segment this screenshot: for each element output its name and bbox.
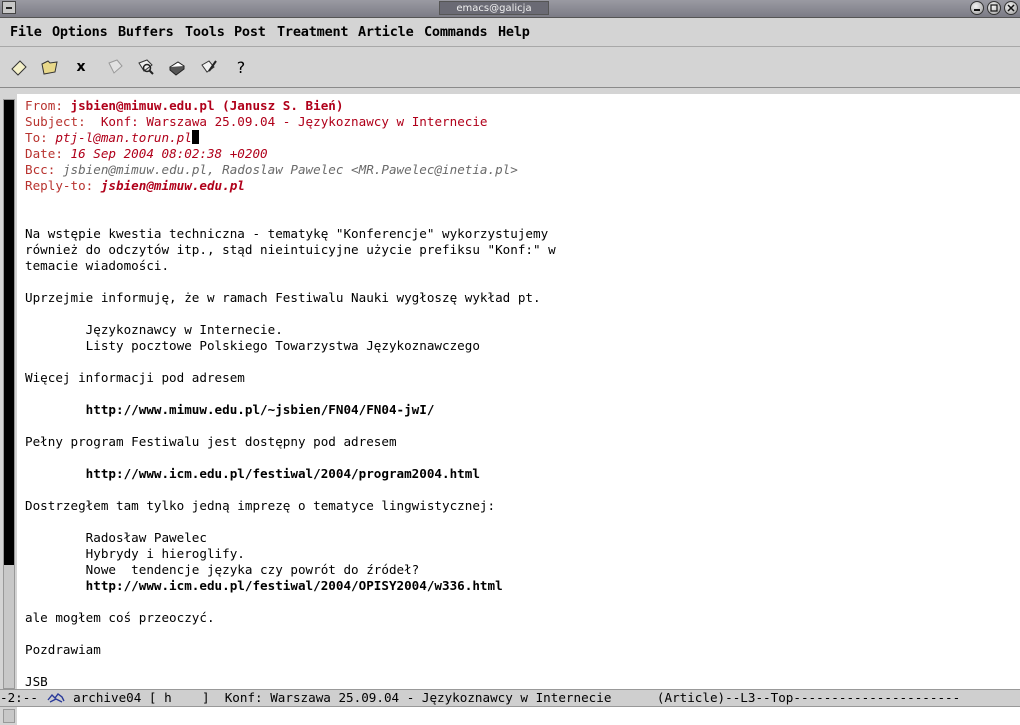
body-line: Więcej informacji pod adresem xyxy=(25,370,245,385)
new-file-icon xyxy=(11,60,27,76)
body-line: Na wstępie kwestia techniczna - tematykę… xyxy=(25,226,549,241)
edit-button[interactable] xyxy=(198,56,220,78)
new-file-button[interactable] xyxy=(8,56,30,78)
menu-help[interactable]: Help xyxy=(498,24,530,40)
menu-buffers[interactable]: Buffers xyxy=(118,24,174,40)
help-button[interactable]: ? xyxy=(230,56,252,78)
close-icon xyxy=(1007,4,1015,12)
search-button[interactable] xyxy=(135,56,157,78)
body-line: Uprzejmie informuję, że w ramach Festiwa… xyxy=(25,290,541,305)
tool-bar: x ? xyxy=(0,47,1020,88)
minimize-button[interactable] xyxy=(970,1,984,15)
body-line: Listy pocztowe Polskiego Towarzystwa Jęz… xyxy=(25,338,480,353)
menu-commands[interactable]: Commands xyxy=(424,24,488,40)
body-line: Nowe tendencje języka czy powrót do źród… xyxy=(25,562,420,577)
menu-article[interactable]: Article xyxy=(358,24,414,40)
mode-line-status: -2:-- xyxy=(0,690,46,705)
minibuffer[interactable] xyxy=(0,707,1020,725)
window-title: emacs@galicja xyxy=(439,1,549,15)
open-folder-button[interactable] xyxy=(39,56,61,78)
url-link[interactable]: http://www.icm.edu.pl/festiwal/2004/OPIS… xyxy=(25,578,1015,594)
minimize-icon xyxy=(974,9,980,11)
maximize-icon xyxy=(990,4,998,12)
text-cursor xyxy=(191,130,199,144)
body-line: Pozdrawiam xyxy=(25,642,101,657)
url-link[interactable]: http://www.icm.edu.pl/festiwal/2004/prog… xyxy=(25,466,1015,482)
header-subject: Subject: Konf: Warszawa 25.09.04 - Język… xyxy=(25,114,488,129)
scrollbar-thumb[interactable] xyxy=(4,100,14,565)
disk-icon xyxy=(108,59,123,74)
body-line: temacie wiadomości. xyxy=(25,258,170,273)
header-reply-to: Reply-to: jsbien@mimuw.edu.pl xyxy=(25,178,245,193)
body-line: również do odczytów itp., stąd nieintuic… xyxy=(25,242,556,257)
minibuffer-scrollbar xyxy=(3,709,15,723)
help-icon: ? xyxy=(236,57,246,77)
save-button[interactable] xyxy=(104,56,126,78)
header-to: To: ptj-l@man.torun.pl xyxy=(25,130,1015,146)
menu-file[interactable]: File xyxy=(10,24,42,40)
body-line: Pełny program Festiwalu jest dostępny po… xyxy=(25,434,397,449)
close-icon: x xyxy=(76,59,86,75)
signature: JSB xyxy=(25,674,48,689)
search-icon xyxy=(138,59,154,75)
mode-line-buffer-info: archive04 [ h ] Konf: Warszawa 25.09.04 … xyxy=(65,690,961,705)
menu-post[interactable]: Post xyxy=(234,24,266,40)
close-window-button[interactable] xyxy=(1004,1,1018,15)
folder-icon xyxy=(41,60,58,75)
menu-options[interactable]: Options xyxy=(52,24,108,40)
kill-buffer-button[interactable]: x xyxy=(70,56,92,78)
url-link[interactable]: http://www.mimuw.edu.pl/~jsbien/FN04/FN0… xyxy=(25,402,1015,418)
pencil-icon xyxy=(201,60,217,73)
menu-treatment[interactable]: Treatment xyxy=(277,24,349,40)
header-date: Date: 16 Sep 2004 08:02:38 +0200 xyxy=(25,146,268,161)
vertical-scrollbar[interactable] xyxy=(3,99,15,689)
printer-icon xyxy=(169,61,185,76)
print-button[interactable] xyxy=(166,56,188,78)
body-line: Radosław Pawelec xyxy=(25,530,207,545)
menu-tools[interactable]: Tools xyxy=(185,24,225,40)
body-line: Językoznawcy w Internecie. xyxy=(25,322,283,337)
window-menu-button[interactable] xyxy=(2,1,16,14)
header-from: From: jsbien@mimuw.edu.pl (Janusz S. Bie… xyxy=(25,98,344,113)
gnus-icon xyxy=(46,693,65,703)
body-line: ale mogłem coś przeoczyć. xyxy=(25,610,215,625)
menu-bar: File Options Buffers Tools Post Treatmen… xyxy=(0,18,1020,47)
article-text[interactable]: From: jsbien@mimuw.edu.pl (Janusz S. Bie… xyxy=(25,98,1015,689)
body-line: Hybrydy i hieroglify. xyxy=(25,546,245,561)
mode-line[interactable]: -2:-- archive04 [ h ] Konf: Warszawa 25.… xyxy=(0,689,1020,707)
body-line: Dostrzegłem tam tylko jedną imprezę o te… xyxy=(25,498,496,513)
window-title-bar[interactable]: emacs@galicja xyxy=(0,0,1020,18)
header-bcc: Bcc: jsbien@mimuw.edu.pl, Radoslaw Pawel… xyxy=(25,162,518,177)
maximize-button[interactable] xyxy=(987,1,1001,15)
